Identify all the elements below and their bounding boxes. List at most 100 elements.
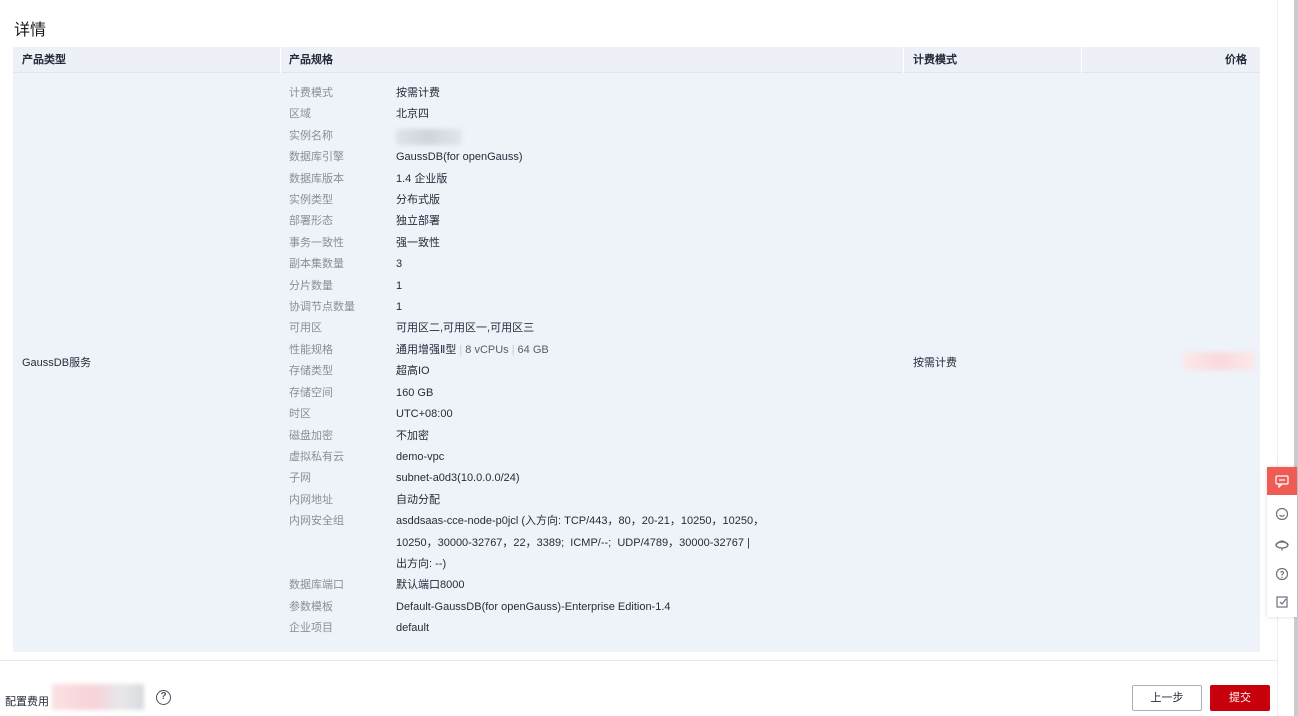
spec-key: 部署形态 (289, 215, 333, 228)
spec-value: 自动分配 (396, 493, 440, 506)
spec-item: 内网安全组 asddsaas-cce-node-p0jcl (入方向: TCP/4… (289, 511, 889, 575)
spec-value: demo-vpc (396, 450, 445, 463)
spec-value: UTC+08:00 (396, 408, 453, 421)
spec-key: 数据库端口 (289, 579, 344, 592)
spec-item: 内网地址 自动分配 (289, 490, 889, 511)
spec-key: 内网地址 (289, 493, 333, 506)
spec-value: asddsaas-cce-node-p0jcl (入方向: TCP/443，80… (396, 515, 765, 570)
spec-item: 事务一致性 强一致性 (289, 233, 889, 254)
spec-value: 北京四 (396, 108, 429, 121)
spec-key: 企业项目 (289, 622, 333, 635)
spec-item: 可用区 可用区二,可用区一,可用区三 (289, 318, 889, 339)
help-icon[interactable]: ? (156, 690, 171, 705)
instance-name-redacted (396, 128, 462, 145)
spec-value: GaussDB(for openGauss) (396, 151, 523, 164)
spec-value: 超高IO (396, 365, 430, 378)
spec-key: 性能规格 (289, 343, 333, 356)
spec-item: 虚拟私有云 demo-vpc (289, 447, 889, 468)
spec-key: 存储空间 (289, 386, 333, 399)
spec-key: 存储类型 (289, 365, 333, 378)
spec-list: 计费模式 按需计费 区域 北京四 实例名称 数据库引擎 GaussDB(for ope… (289, 83, 889, 640)
spec-value: 可用区二,可用区一,可用区三 (396, 322, 535, 335)
price-cell-redacted (1183, 352, 1255, 370)
spec-value: 不加密 (396, 429, 429, 442)
spec-key: 实例类型 (289, 194, 333, 207)
spec-key: 区域 (289, 108, 311, 121)
perf-type: 通用增强Ⅱ型 (396, 343, 457, 356)
spec-item: 计费模式 按需计费 (289, 83, 889, 104)
spec-item: 实例名称 (289, 126, 889, 147)
previous-button[interactable]: 上一步 (1132, 685, 1202, 711)
fee-label: 配置费用 (5, 696, 49, 708)
spec-value: 1 (396, 301, 403, 314)
spec-key: 数据库版本 (289, 172, 344, 185)
spec-key: 计费模式 (289, 87, 333, 99)
spec-key: 时区 (289, 408, 311, 421)
spec-value: 3 (396, 258, 403, 271)
header-divider (903, 47, 904, 73)
spec-value: 1.4 企业版 (396, 172, 448, 185)
spec-item: 数据库引擎 GaussDB(for openGauss) (289, 147, 889, 168)
spec-key: 数据库引擎 (289, 151, 344, 164)
spec-item: 数据库版本 1.4 企业版 (289, 169, 889, 190)
spec-key: 磁盘加密 (289, 429, 333, 442)
header-price: 价格 (1225, 54, 1247, 66)
footer-divider (0, 660, 1298, 661)
header-divider (280, 47, 281, 73)
details-table: 产品类型 产品规格 计费模式 价格 GaussDB服务 计费模式 按需计费 区域北… (13, 47, 1260, 652)
spec-item: 子网 subnet-a0d3(10.0.0.0/24) (289, 468, 889, 489)
spec-value: 1 (396, 279, 403, 292)
spec-key: 虚拟私有云 (289, 450, 344, 463)
spec-value: 按需计费 (396, 87, 440, 99)
spec-item: 时区 UTC+08:00 (289, 404, 889, 425)
chat-icon[interactable] (1267, 467, 1297, 495)
spec-value: Default-GaussDB(for openGauss)-Enterpris… (396, 600, 671, 613)
perf-spec-value: 通用增强Ⅱ型 | 8 vCPUs | 64 GB (396, 343, 549, 356)
spec-key: 事务一致性 (289, 236, 344, 249)
question-icon[interactable] (1267, 560, 1297, 588)
spec-item: 存储空间 160 GB (289, 383, 889, 404)
spec-item: 性能规格 通用增强Ⅱ型 | 8 vCPUs | 64 GB (289, 340, 889, 361)
header-product-spec: 产品规格 (289, 54, 333, 66)
spec-item: 磁盘加密 不加密 (289, 426, 889, 447)
spec-item: 数据库端口 默认端口8000 (289, 575, 889, 596)
spec-key: 参数模板 (289, 600, 333, 613)
headset-icon[interactable] (1267, 530, 1297, 558)
spec-item: 部署形态 独立部署 (289, 211, 889, 232)
edit-icon[interactable] (1267, 588, 1297, 616)
floating-toolbar (1267, 467, 1297, 617)
spec-value: 独立部署 (396, 215, 440, 228)
spec-key: 分片数量 (289, 279, 333, 292)
perf-mem: 64 GB (517, 343, 549, 356)
spec-value: 强一致性 (396, 236, 440, 249)
billing-mode-cell: 按需计费 (913, 357, 957, 369)
spec-item: 参数模板 Default-GaussDB(for openGauss)-Enter… (289, 597, 889, 618)
spec-key: 可用区 (289, 322, 322, 335)
smile-icon[interactable] (1267, 500, 1297, 528)
spec-key: 副本集数量 (289, 258, 344, 271)
table-header: 产品类型 产品规格 计费模式 价格 (13, 47, 1260, 73)
fee-amount-redacted (52, 684, 144, 710)
header-divider (1081, 47, 1082, 73)
spec-value: 160 GB (396, 386, 434, 399)
spec-value: 分布式版 (396, 194, 440, 207)
spec-key: 协调节点数量 (289, 301, 355, 314)
product-type-cell: GaussDB服务 (22, 357, 92, 369)
spec-item: 区域 北京四 (289, 104, 889, 125)
spec-value: default (396, 622, 430, 635)
spec-item: 分片数量 1 (289, 276, 889, 297)
page-title: 详情 (14, 22, 47, 39)
spec-key: 子网 (289, 472, 311, 485)
submit-button[interactable]: 提交 (1210, 685, 1270, 711)
spec-item: 副本集数量 3 (289, 254, 889, 275)
spec-item: 实例类型 分布式版 (289, 190, 889, 211)
spec-value: subnet-a0d3(10.0.0.0/24) (396, 472, 520, 485)
spec-key: 内网安全组 (289, 515, 344, 528)
spec-item: 存储类型 超高IO (289, 361, 889, 382)
spec-key: 实例名称 (289, 129, 333, 142)
header-product-type: 产品类型 (22, 54, 66, 66)
spec-item: 企业项目 default (289, 618, 889, 639)
spec-value: 默认端口8000 (396, 579, 465, 592)
table-row: GaussDB服务 计费模式 按需计费 区域 北京四 实例名称 数据库引擎 Gauss… (13, 73, 1260, 652)
perf-cpu: 8 vCPUs (465, 343, 509, 356)
